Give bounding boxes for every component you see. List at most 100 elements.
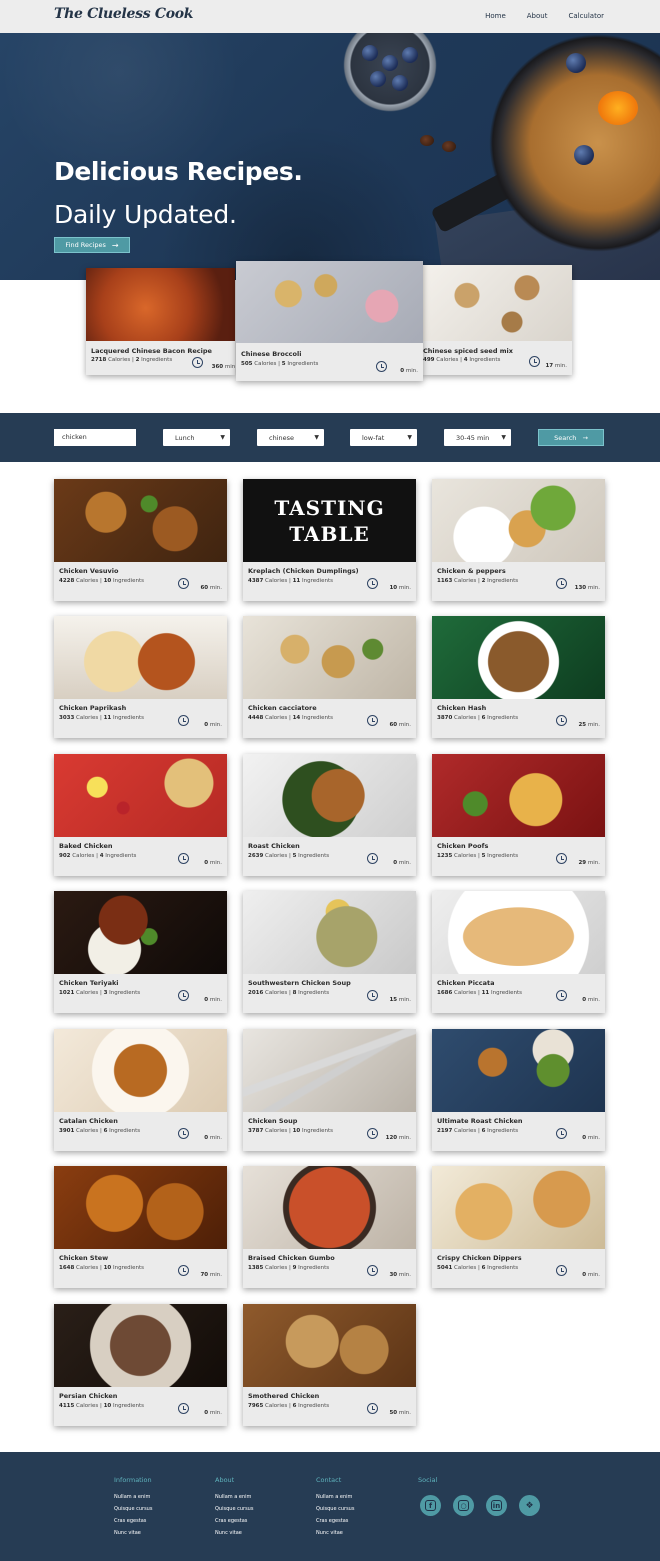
clock-icon [556, 1265, 567, 1276]
recipe-time: 70 min. [200, 1272, 222, 1278]
footer-heading: Social [418, 1476, 438, 1484]
footer-link[interactable]: Nullam a enim [114, 1494, 152, 1500]
blueberry-image [566, 53, 586, 73]
clock-icon [178, 1265, 189, 1276]
cuisine-select[interactable]: chinese ▼ [257, 429, 324, 446]
hero-title: Delicious Recipes. [54, 157, 303, 186]
recipe-card[interactable]: Chicken & peppers 1163 Calories | 2 Ingre… [432, 479, 605, 601]
recipe-card[interactable]: Chicken Stew 1648 Calories | 10 Ingredien… [54, 1166, 227, 1288]
recipe-meta: 2639 Calories | 5 Ingredients [248, 853, 330, 859]
recipe-card[interactable]: Chicken Paprikash 3033 Calories | 11 Ingr… [54, 616, 227, 738]
recipe-time: 0 min. [582, 997, 600, 1003]
clock-icon [367, 853, 378, 864]
recipe-name: Chicken Poofs [437, 842, 489, 850]
diet-select[interactable]: low-fat ▼ [350, 429, 417, 446]
footer-link[interactable]: Quisque cursus [114, 1506, 152, 1512]
clock-icon [178, 1403, 189, 1414]
recipe-card[interactable]: Baked Chicken 902 Calories | 4 Ingredient… [54, 754, 227, 876]
recipe-image [54, 754, 227, 837]
facebook-icon[interactable]: f [420, 1495, 441, 1516]
clock-icon [556, 853, 567, 864]
recipe-time: 30 min. [389, 1272, 411, 1278]
recipe-time: 29 min. [578, 860, 600, 866]
linkedin-icon[interactable]: in [486, 1495, 507, 1516]
nav-link-calculator[interactable]: Calculator [568, 12, 604, 20]
footer-link[interactable]: Cras egestas [316, 1518, 354, 1524]
recipe-image [422, 265, 572, 341]
find-recipes-button[interactable]: Find Recipes → [54, 237, 130, 253]
recipe-card[interactable]: Chicken cacciatore 4448 Calories | 14 Ing… [243, 616, 416, 738]
footer: Information Nullam a enim Quisque cursus… [0, 1452, 660, 1561]
top-nav: The Clueless Cook Home About Calculator [0, 0, 660, 33]
chevron-down-icon: ▼ [501, 434, 506, 441]
recipe-card[interactable]: Smothered Chicken 7965 Calories | 6 Ingre… [243, 1304, 416, 1426]
recipe-card[interactable]: Chicken Soup 3787 Calories | 10 Ingredien… [243, 1029, 416, 1151]
footer-link[interactable]: Nullam a enim [316, 1494, 354, 1500]
search-filter-bar: chicken Lunch ▼ chinese ▼ low-fat ▼ 30-45 m… [0, 413, 660, 462]
footer-link[interactable]: Cras egestas [215, 1518, 253, 1524]
recipe-meta: 2718 Calories | 2 Ingredients [91, 357, 173, 363]
recipe-card[interactable]: Roast Chicken 2639 Calories | 5 Ingredien… [243, 754, 416, 876]
recipe-name: Chinese Broccoli [241, 350, 302, 358]
search-button[interactable]: Search → [538, 429, 604, 446]
footer-link[interactable]: Quisque cursus [316, 1506, 354, 1512]
nav-link-home[interactable]: Home [485, 12, 506, 20]
recipe-name: Chicken Paprikash [59, 704, 127, 712]
recipe-card[interactable]: Southwestern Chicken Soup 2016 Calories |… [243, 891, 416, 1013]
recipe-image [54, 891, 227, 974]
recipe-image [432, 616, 605, 699]
blueberry-image [382, 55, 398, 71]
twitter-icon[interactable]: ❖ [519, 1495, 540, 1516]
time-select[interactable]: 30-45 min ▼ [444, 429, 511, 446]
recipe-card[interactable]: Braised Chicken Gumbo 1385 Calories | 9 I… [243, 1166, 416, 1288]
featured-card[interactable]: Chinese Broccoli 505 Calories | 5 Ingred… [236, 261, 423, 381]
recipe-image [432, 1166, 605, 1249]
footer-column-contact: Contact Nullam a enim Quisque cursus Cra… [316, 1476, 354, 1542]
tasting-table-logo-text: TASTING [274, 495, 385, 520]
clock-icon [376, 361, 387, 372]
recipe-image [86, 268, 235, 341]
site-logo[interactable]: The Clueless Cook [54, 6, 194, 22]
footer-link[interactable]: Cras egestas [114, 1518, 152, 1524]
recipe-time: 0 min. [393, 860, 411, 866]
recipe-card[interactable]: Chicken Piccata 1686 Calories | 11 Ingred… [432, 891, 605, 1013]
nav-link-about[interactable]: About [527, 12, 548, 20]
recipe-card[interactable]: Catalan Chicken 3901 Calories | 6 Ingredi… [54, 1029, 227, 1151]
recipe-image [243, 1166, 416, 1249]
footer-heading: About [215, 1476, 235, 1484]
footer-link[interactable]: Nunc vitae [114, 1530, 152, 1536]
recipe-card[interactable]: Ultimate Roast Chicken 2197 Calories | 6 … [432, 1029, 605, 1151]
recipe-card[interactable]: Chicken Vesuvio 4228 Calories | 10 Ingred… [54, 479, 227, 601]
recipe-name: Persian Chicken [59, 1392, 118, 1400]
recipe-card[interactable]: Chicken Hash 3870 Calories | 6 Ingredient… [432, 616, 605, 738]
arrow-right-icon: → [111, 240, 119, 250]
featured-card[interactable]: Lacquered Chinese Bacon Recipe 2718 Calo… [86, 268, 235, 375]
clock-icon [178, 1128, 189, 1139]
clock-icon [367, 715, 378, 726]
arrow-right-icon: → [582, 433, 588, 442]
recipe-card[interactable]: Persian Chicken 4115 Calories | 10 Ingred… [54, 1304, 227, 1426]
recipe-image [243, 1029, 416, 1112]
chevron-down-icon: ▼ [314, 434, 319, 441]
footer-link[interactable]: Quisque cursus [215, 1506, 253, 1512]
featured-card[interactable]: Chinese spiced seed mix 499 Calories | 4… [422, 265, 572, 375]
search-input[interactable]: chicken [54, 429, 136, 446]
meal-type-select[interactable]: Lunch ▼ [163, 429, 230, 446]
recipe-time: 0 min. [582, 1272, 600, 1278]
footer-link[interactable]: Nullam a enim [215, 1494, 253, 1500]
hero-banner: Delicious Recipes. Daily Updated. Find R… [0, 33, 660, 280]
instagram-icon[interactable]: ○ [453, 1495, 474, 1516]
recipe-card[interactable]: TASTING TABLE Kreplach (Chicken Dumplings)… [243, 479, 416, 601]
clock-icon [192, 357, 203, 368]
recipe-card[interactable]: Chicken Teriyaki 1021 Calories | 3 Ingred… [54, 891, 227, 1013]
recipe-meta: 2016 Calories | 8 Ingredients [248, 990, 330, 996]
hero-subtitle: Daily Updated. [54, 200, 237, 229]
recipe-name: Chicken Vesuvio [59, 567, 119, 575]
clock-icon [367, 990, 378, 1001]
recipe-card[interactable]: Chicken Poofs 1235 Calories | 5 Ingredien… [432, 754, 605, 876]
footer-link[interactable]: Nunc vitae [316, 1530, 354, 1536]
recipe-card[interactable]: Crispy Chicken Dippers 5041 Calories | 6 … [432, 1166, 605, 1288]
recipe-time: 0 min. [204, 1410, 222, 1416]
recipe-meta: 3870 Calories | 6 Ingredients [437, 715, 519, 721]
footer-link[interactable]: Nunc vitae [215, 1530, 253, 1536]
